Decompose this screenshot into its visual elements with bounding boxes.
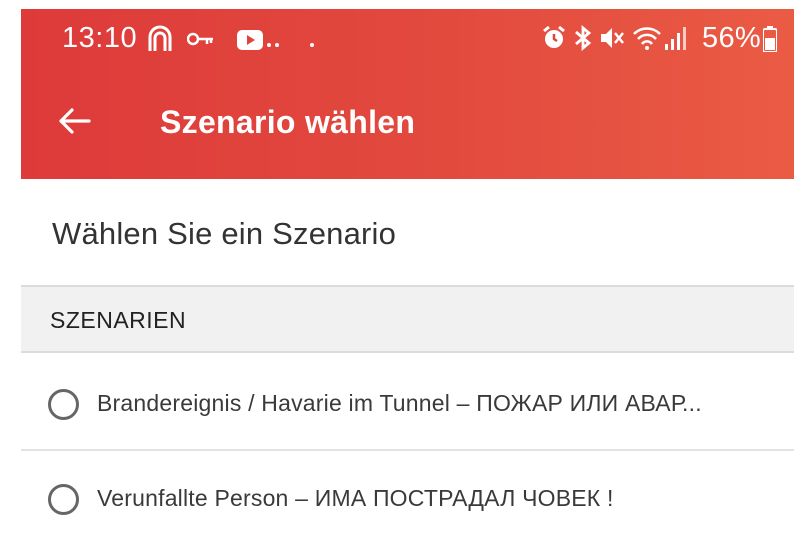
arrow-left-icon <box>57 107 91 140</box>
bluetooth-icon <box>572 25 594 56</box>
radio-button[interactable] <box>48 389 79 420</box>
section-label: SZENARIEN <box>50 307 187 333</box>
key-icon <box>186 31 215 52</box>
arch-icon <box>147 25 173 58</box>
scenario-option-person[interactable]: Verunfallte Person – ИМА ПОСТРАДАЛ ЧОВЕК… <box>21 451 794 540</box>
radio-button[interactable] <box>48 484 79 515</box>
scenario-label: Verunfallte Person – ИМА ПОСТРАДАЛ ЧОВЕК… <box>97 485 614 511</box>
youtube-icon <box>237 30 263 55</box>
screen: 13:10 56% Szenario wählen Wählen Sie ein… <box>21 9 794 540</box>
scenario-label: Brandereignis / Havarie im Tunnel – ПОЖА… <box>97 390 702 416</box>
page-subtitle: Wählen Sie ein Szenario <box>52 216 397 251</box>
wifi-icon <box>632 25 662 56</box>
status-bar: 13:10 56% <box>21 9 794 71</box>
battery-icon <box>762 26 778 57</box>
page-title: Szenario wählen <box>160 104 416 140</box>
battery-percent: 56% <box>702 22 761 54</box>
signal-icon <box>664 25 686 56</box>
scenario-option-fire[interactable]: Brandereignis / Havarie im Tunnel – ПОЖА… <box>21 355 794 449</box>
section-header: SZENARIEN <box>21 285 794 353</box>
more-dots-icon <box>266 36 316 54</box>
mute-icon <box>599 25 625 56</box>
alarm-icon <box>541 25 567 56</box>
app-bar: 13:10 56% Szenario wählen <box>21 9 794 179</box>
status-time: 13:10 <box>62 22 138 54</box>
back-button[interactable] <box>53 102 95 144</box>
